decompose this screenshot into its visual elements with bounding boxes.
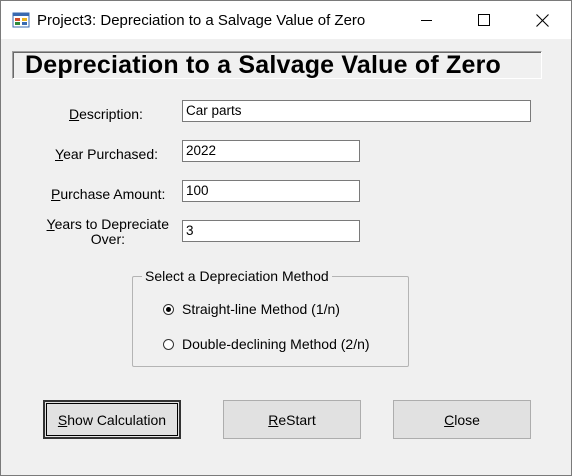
window-title: Project3: Depreciation to a Salvage Valu…: [37, 12, 366, 29]
radio-unselected-icon[interactable]: [163, 338, 174, 350]
form-app-icon: [12, 12, 30, 28]
app-window: Project3: Depreciation to a Salvage Valu…: [0, 0, 572, 476]
maximize-icon: [478, 14, 490, 26]
year-label-mnemonic: Y: [55, 146, 64, 162]
amount-label-text: urchase Amount:: [60, 186, 166, 202]
minimize-button[interactable]: [397, 1, 455, 39]
straight-line-label: Straight-line Method (1/n): [182, 301, 340, 317]
depreciation-method-group: Select a Depreciation Method Straight-li…: [132, 268, 409, 367]
year-purchased-label: Year Purchased:: [55, 146, 158, 162]
restart-mnemonic: R: [268, 411, 279, 428]
double-declining-label: Double-declining Method (2/n): [182, 336, 370, 352]
page-title: Depreciation to a Salvage Value of Zero: [25, 51, 502, 79]
group-title: Select a Depreciation Method: [142, 268, 332, 284]
amount-label-mnemonic: P: [51, 186, 61, 202]
years-label-mnemonic: Y: [46, 216, 55, 232]
maximize-button[interactable]: [455, 1, 513, 39]
close-window-button[interactable]: [513, 1, 571, 39]
description-label-mnemonic: D: [69, 106, 80, 122]
description-label: Description:: [69, 106, 143, 122]
description-field[interactable]: Car parts: [182, 100, 531, 122]
show-mnemonic: S: [57, 411, 68, 428]
year-purchased-field[interactable]: 2022: [182, 140, 360, 162]
restart-label: eStart: [278, 411, 316, 428]
years-label-text: ears to Depreciate: [54, 216, 169, 232]
restart-button[interactable]: ReStart: [223, 400, 361, 439]
show-calculation-button[interactable]: Show Calculation: [43, 400, 181, 439]
close-x-icon: [535, 13, 549, 27]
radio-selected-icon[interactable]: [163, 303, 174, 315]
straight-line-option[interactable]: Straight-line Method (1/n): [163, 301, 340, 317]
double-declining-option[interactable]: Double-declining Method (2/n): [163, 336, 370, 352]
header-panel: Depreciation to a Salvage Value of Zero: [12, 51, 542, 79]
form-client-area: Depreciation to a Salvage Value of Zero …: [1, 39, 571, 475]
years-label-line1: Years to Depreciate: [45, 217, 169, 232]
title-bar[interactable]: Project3: Depreciation to a Salvage Valu…: [1, 1, 571, 39]
close-label: lose: [454, 411, 480, 428]
minimize-icon: [420, 19, 432, 21]
year-label-text: ear Purchased:: [63, 146, 159, 162]
show-label: how Calculation: [67, 411, 167, 428]
years-to-depreciate-label: Years to Depreciate Over:: [45, 217, 169, 247]
close-button[interactable]: Close: [393, 400, 531, 439]
years-label-line2: Over:: [90, 231, 125, 247]
close-mnemonic: C: [444, 411, 455, 428]
years-to-depreciate-field[interactable]: 3: [182, 220, 360, 242]
description-label-text: escription:: [79, 106, 143, 122]
purchase-amount-label: Purchase Amount:: [51, 186, 165, 202]
purchase-amount-field[interactable]: 100: [182, 180, 360, 202]
